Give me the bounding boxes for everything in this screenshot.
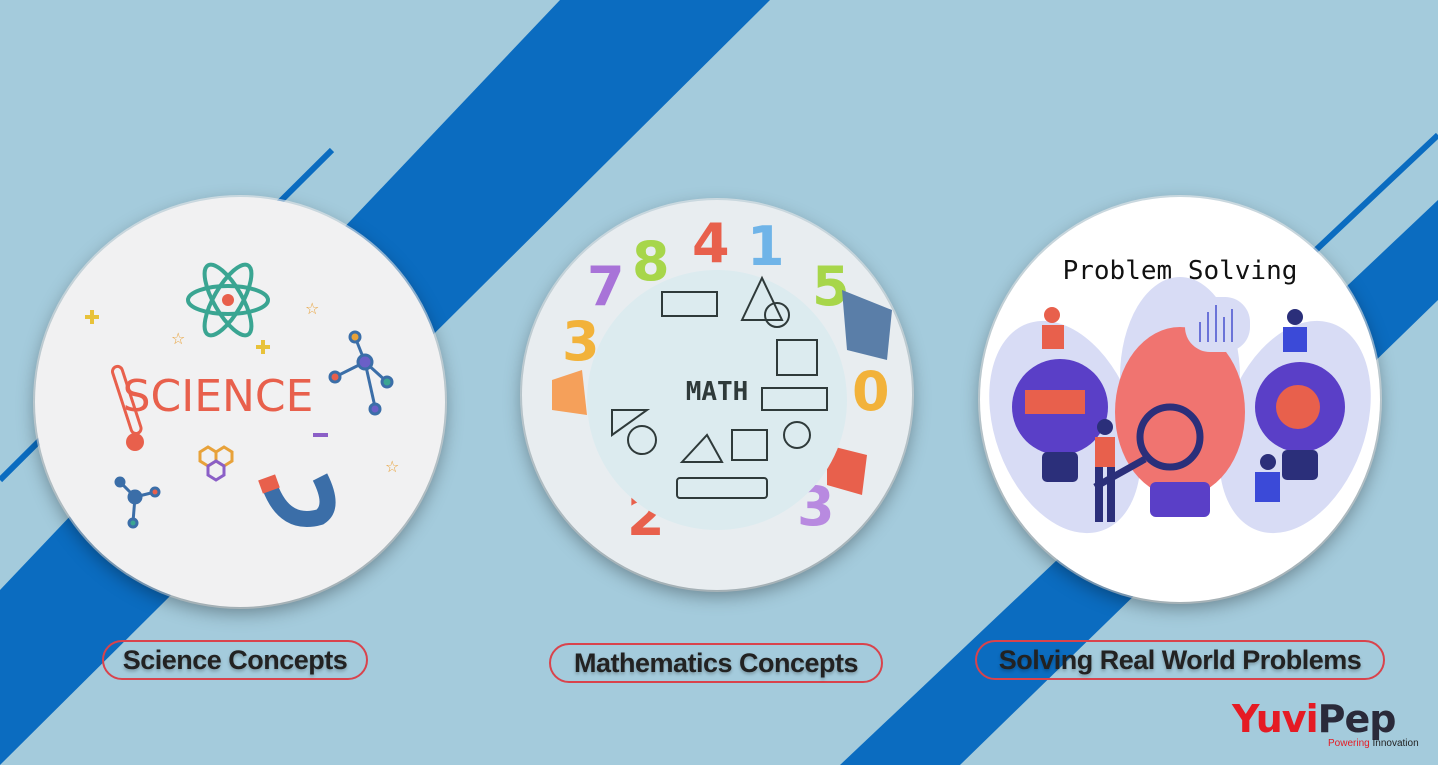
mathematics-concepts-label: Mathematics Concepts — [549, 643, 883, 683]
math-word: MATH — [686, 377, 749, 407]
svg-text:4: 4 — [692, 212, 730, 275]
protractor-shape — [552, 370, 587, 415]
science-concepts-label: Science Concepts — [102, 640, 368, 680]
svg-text:1: 1 — [747, 215, 785, 278]
magnet-icon — [258, 473, 336, 527]
svg-text:0: 0 — [852, 360, 890, 423]
star-icon: ☆ — [171, 329, 185, 348]
star-icon: ☆ — [305, 299, 319, 318]
science-word: SCIENCE — [123, 371, 314, 422]
atom-icon — [186, 262, 270, 338]
molecule-icon-right — [328, 330, 394, 416]
logo-part-pep: Pep — [1317, 697, 1397, 741]
hexagons-icon — [198, 445, 234, 482]
science-circle: SCIENCE ☆ ☆ ☆ — [35, 197, 445, 607]
logo-part-yuvi: Yuvi — [1232, 697, 1319, 741]
problem-solving-circle: Problem Solving — [980, 197, 1380, 602]
solving-real-world-problems-label: Solving Real World Problems — [975, 640, 1385, 680]
yuvipep-logo: YuviPep Powering Innovation — [1232, 698, 1422, 753]
protractor-shape — [842, 290, 892, 360]
speech-bubble-chart-icon — [1185, 297, 1250, 352]
svg-text:7: 7 — [587, 255, 625, 318]
molecule-icon-left — [114, 476, 161, 529]
math-circle: 8 4 1 5 7 3 3 2 0 MATH — [522, 200, 912, 590]
star-icon: ☆ — [385, 457, 399, 476]
logo-tagline: Powering Innovation — [1328, 738, 1419, 749]
